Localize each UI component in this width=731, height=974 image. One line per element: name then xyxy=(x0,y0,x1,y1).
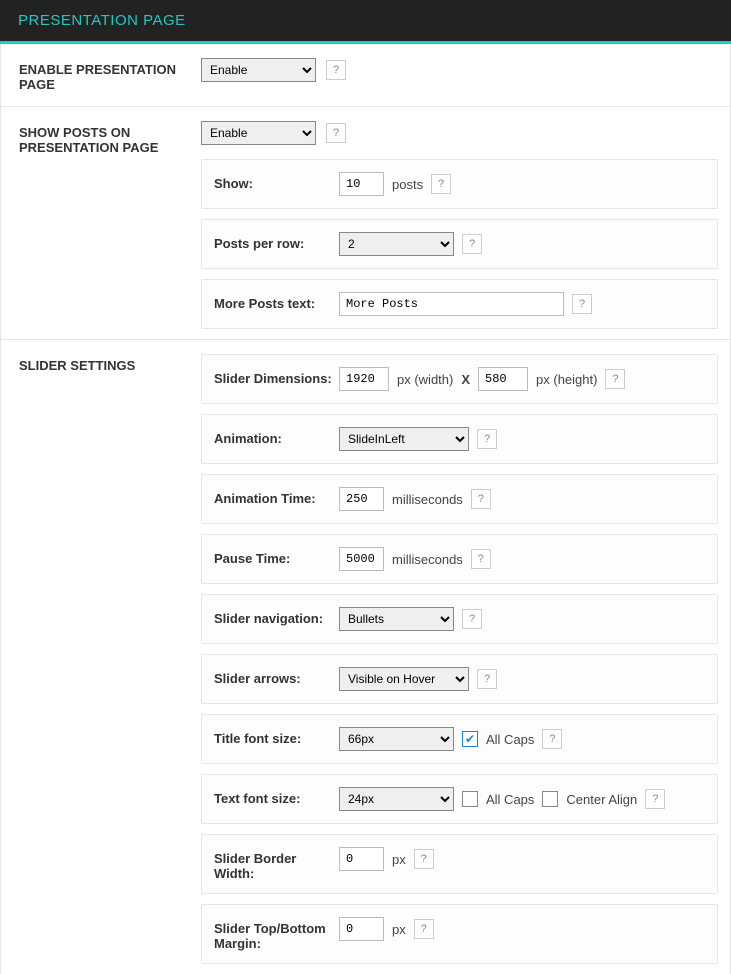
more-text-input[interactable] xyxy=(339,292,564,316)
arrows-select[interactable]: Visible on Hover xyxy=(339,667,469,691)
enable-page-label: Enable Presentation Page xyxy=(1,44,201,106)
anim-time-input[interactable] xyxy=(339,487,384,511)
help-icon[interactable]: ? xyxy=(471,549,491,569)
pause-time-label: Pause Time: xyxy=(214,547,339,566)
help-icon[interactable]: ? xyxy=(462,234,482,254)
margin-label: Slider Top/Bottom Margin: xyxy=(214,917,339,951)
pause-time-unit: milliseconds xyxy=(392,552,463,567)
help-icon[interactable]: ? xyxy=(326,123,346,143)
help-icon[interactable]: ? xyxy=(477,669,497,689)
text-font-select[interactable]: 24px xyxy=(339,787,454,811)
dim-separator: X xyxy=(461,372,470,387)
title-allcaps-checkbox[interactable]: ✔ xyxy=(462,731,478,747)
animation-select[interactable]: SlideInLeft xyxy=(339,427,469,451)
arrows-label: Slider arrows: xyxy=(214,667,339,686)
width-unit: px (width) xyxy=(397,372,453,387)
section-enable-page: Enable Presentation Page Enable ? xyxy=(1,44,730,107)
help-icon[interactable]: ? xyxy=(542,729,562,749)
slider-label: Slider Settings xyxy=(1,340,201,974)
animation-label: Animation: xyxy=(214,427,339,446)
border-width-unit: px xyxy=(392,852,406,867)
help-icon[interactable]: ? xyxy=(462,609,482,629)
text-allcaps-label: All Caps xyxy=(486,792,534,807)
help-icon[interactable]: ? xyxy=(431,174,451,194)
panel-header: PRESENTATION PAGE xyxy=(0,0,731,44)
help-icon[interactable]: ? xyxy=(572,294,592,314)
help-icon[interactable]: ? xyxy=(477,429,497,449)
title-font-label: Title font size: xyxy=(214,727,339,746)
nav-label: Slider navigation: xyxy=(214,607,339,626)
section-slider: Slider Settings Slider Dimensions: px (w… xyxy=(1,340,730,974)
text-allcaps-checkbox[interactable] xyxy=(462,791,478,807)
margin-unit: px xyxy=(392,922,406,937)
title-allcaps-label: All Caps xyxy=(486,732,534,747)
margin-input[interactable] xyxy=(339,917,384,941)
show-posts-select[interactable]: Enable xyxy=(201,121,316,145)
text-center-checkbox[interactable] xyxy=(542,791,558,807)
border-width-label: Slider Border Width: xyxy=(214,847,339,881)
text-center-label: Center Align xyxy=(566,792,637,807)
help-icon[interactable]: ? xyxy=(326,60,346,80)
enable-page-select[interactable]: Enable xyxy=(201,58,316,82)
help-icon[interactable]: ? xyxy=(471,489,491,509)
show-count-label: Show: xyxy=(214,172,339,191)
dimensions-label: Slider Dimensions: xyxy=(214,367,339,386)
title-font-select[interactable]: 66px xyxy=(339,727,454,751)
anim-time-label: Animation Time: xyxy=(214,487,339,506)
show-count-unit: posts xyxy=(392,177,423,192)
help-icon[interactable]: ? xyxy=(645,789,665,809)
border-width-input[interactable] xyxy=(339,847,384,871)
more-text-label: More Posts text: xyxy=(214,292,339,311)
slider-width-input[interactable] xyxy=(339,367,389,391)
show-posts-label: Show Posts on Presentation Page xyxy=(1,107,201,339)
settings-panel: PRESENTATION PAGE Enable Presentation Pa… xyxy=(0,0,731,974)
panel-content: Enable Presentation Page Enable ? Show P… xyxy=(0,44,731,974)
per-row-label: Posts per row: xyxy=(214,232,339,251)
per-row-select[interactable]: 2 xyxy=(339,232,454,256)
slider-height-input[interactable] xyxy=(478,367,528,391)
nav-select[interactable]: Bullets xyxy=(339,607,454,631)
show-count-input[interactable] xyxy=(339,172,384,196)
section-show-posts: Show Posts on Presentation Page Enable ?… xyxy=(1,107,730,340)
pause-time-input[interactable] xyxy=(339,547,384,571)
help-icon[interactable]: ? xyxy=(605,369,625,389)
text-font-label: Text font size: xyxy=(214,787,339,806)
anim-time-unit: milliseconds xyxy=(392,492,463,507)
help-icon[interactable]: ? xyxy=(414,849,434,869)
help-icon[interactable]: ? xyxy=(414,919,434,939)
height-unit: px (height) xyxy=(536,372,597,387)
panel-title: PRESENTATION PAGE xyxy=(18,12,713,29)
